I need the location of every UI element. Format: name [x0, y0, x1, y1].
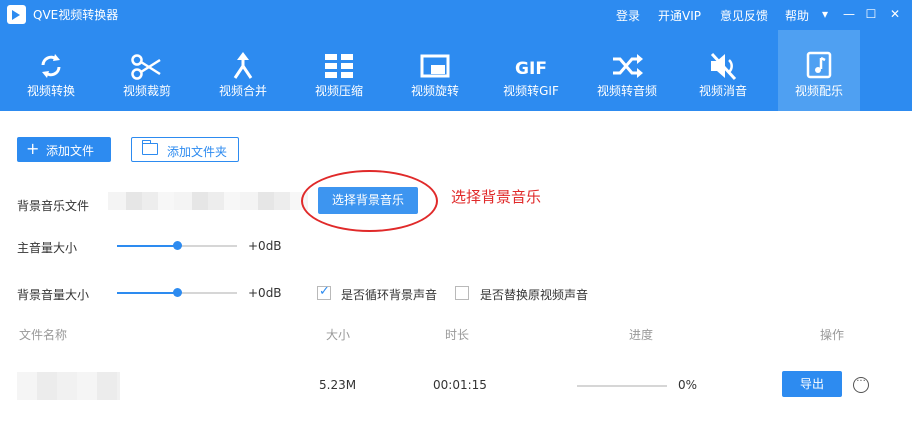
menu-icon[interactable]: ▾	[816, 5, 834, 23]
col-header-name: 文件名称	[19, 328, 68, 342]
bg-music-label: 背景音乐文件	[17, 199, 90, 213]
tool-label: 视频转换	[26, 84, 75, 98]
tool-label: 视频消音	[698, 84, 747, 98]
loop-bg-label: 是否循环背景声音	[341, 288, 438, 302]
tool-video-compress[interactable]: 视频压缩	[294, 30, 384, 111]
folder-icon	[142, 140, 158, 155]
col-header-progress: 进度	[629, 328, 654, 342]
scissors-icon	[127, 48, 167, 84]
login-link[interactable]: 登录	[616, 7, 640, 24]
maximize-icon[interactable]: ☐	[862, 5, 880, 23]
add-folder-label: 添加文件夹	[167, 145, 228, 159]
replace-audio-label: 是否替换原视频声音	[480, 288, 589, 302]
app-title: QVE视频转换器	[33, 8, 119, 22]
vip-link[interactable]: 开通VIP	[658, 7, 701, 24]
convert-icon	[31, 48, 71, 84]
merge-icon	[223, 48, 263, 84]
bg-volume-slider[interactable]	[117, 288, 237, 297]
loop-bg-checkbox[interactable]	[317, 284, 331, 300]
file-name-cell	[17, 372, 120, 400]
top-bar: QVE视频转换器 登录 开通VIP 意见反馈 帮助 ▾ — ☐ ✕ 视频转换 视…	[0, 0, 912, 111]
app-logo-icon	[7, 5, 26, 24]
tool-label: 视频旋转	[410, 84, 459, 98]
progress-text: 0%	[678, 378, 698, 392]
tool-video-to-audio[interactable]: 视频转音频	[582, 30, 672, 111]
slider-fill	[117, 245, 177, 247]
add-file-label: 添加文件	[46, 144, 95, 158]
tool-label: 视频转音频	[596, 84, 657, 98]
col-header-size: 大小	[326, 328, 351, 342]
tool-video-to-gif[interactable]: GIF 视频转GIF	[486, 30, 576, 111]
bg-music-path-field	[108, 192, 308, 210]
minimize-icon[interactable]: —	[840, 5, 858, 23]
main-volume-label: 主音量大小	[17, 241, 78, 255]
tool-video-music[interactable]: 视频配乐	[778, 30, 860, 111]
tool-label: 视频裁剪	[122, 84, 171, 98]
main-volume-value: +0dB	[248, 239, 282, 253]
replace-audio-checkbox[interactable]	[455, 286, 469, 300]
slider-knob[interactable]	[173, 288, 182, 297]
tool-label: 视频转GIF	[503, 84, 559, 98]
title-bar: QVE视频转换器 登录 开通VIP 意见反馈 帮助 ▾ — ☐ ✕	[0, 0, 912, 30]
bg-volume-value: +0dB	[248, 286, 282, 300]
tool-video-rotate[interactable]: 视频旋转	[390, 30, 480, 111]
mute-icon	[703, 48, 743, 84]
tool-label: 视频配乐	[794, 84, 843, 98]
close-icon[interactable]: ✕	[886, 5, 904, 23]
plus-icon: +	[26, 139, 40, 158]
col-header-action: 操作	[820, 328, 845, 342]
slider-knob[interactable]	[173, 241, 182, 250]
svg-text:GIF: GIF	[515, 59, 547, 79]
main-volume-slider[interactable]	[117, 241, 237, 250]
progress-bar	[577, 385, 667, 387]
gif-icon: GIF	[511, 48, 551, 84]
music-icon	[799, 48, 839, 84]
slider-fill	[117, 292, 177, 294]
more-options-icon[interactable]: ···	[853, 377, 869, 393]
file-duration-cell: 00:01:15	[433, 378, 487, 392]
compress-icon	[319, 48, 359, 84]
col-header-duration: 时长	[445, 328, 470, 342]
export-button[interactable]: 导出	[782, 371, 842, 397]
file-size-cell: 5.23M	[319, 378, 357, 392]
annotation-text: 选择背景音乐	[451, 188, 542, 206]
select-bg-music-button[interactable]: 选择背景音乐	[318, 187, 418, 214]
rotate-icon	[415, 48, 455, 84]
tool-video-crop[interactable]: 视频裁剪	[102, 30, 192, 111]
tool-label: 视频压缩	[314, 84, 363, 98]
bg-volume-label: 背景音量大小	[17, 288, 90, 302]
shuffle-icon	[607, 48, 647, 84]
add-folder-button[interactable]: 添加文件夹	[131, 137, 239, 162]
help-link[interactable]: 帮助	[785, 7, 809, 24]
tool-video-merge[interactable]: 视频合并	[198, 30, 288, 111]
tool-video-mute[interactable]: 视频消音	[678, 30, 768, 111]
tool-video-convert[interactable]: 视频转换	[6, 30, 96, 111]
feedback-link[interactable]: 意见反馈	[720, 7, 768, 24]
tool-label: 视频合并	[218, 84, 267, 98]
add-file-button[interactable]: + 添加文件	[17, 137, 111, 162]
app-window: QVE视频转换器 登录 开通VIP 意见反馈 帮助 ▾ — ☐ ✕ 视频转换 视…	[0, 0, 912, 445]
